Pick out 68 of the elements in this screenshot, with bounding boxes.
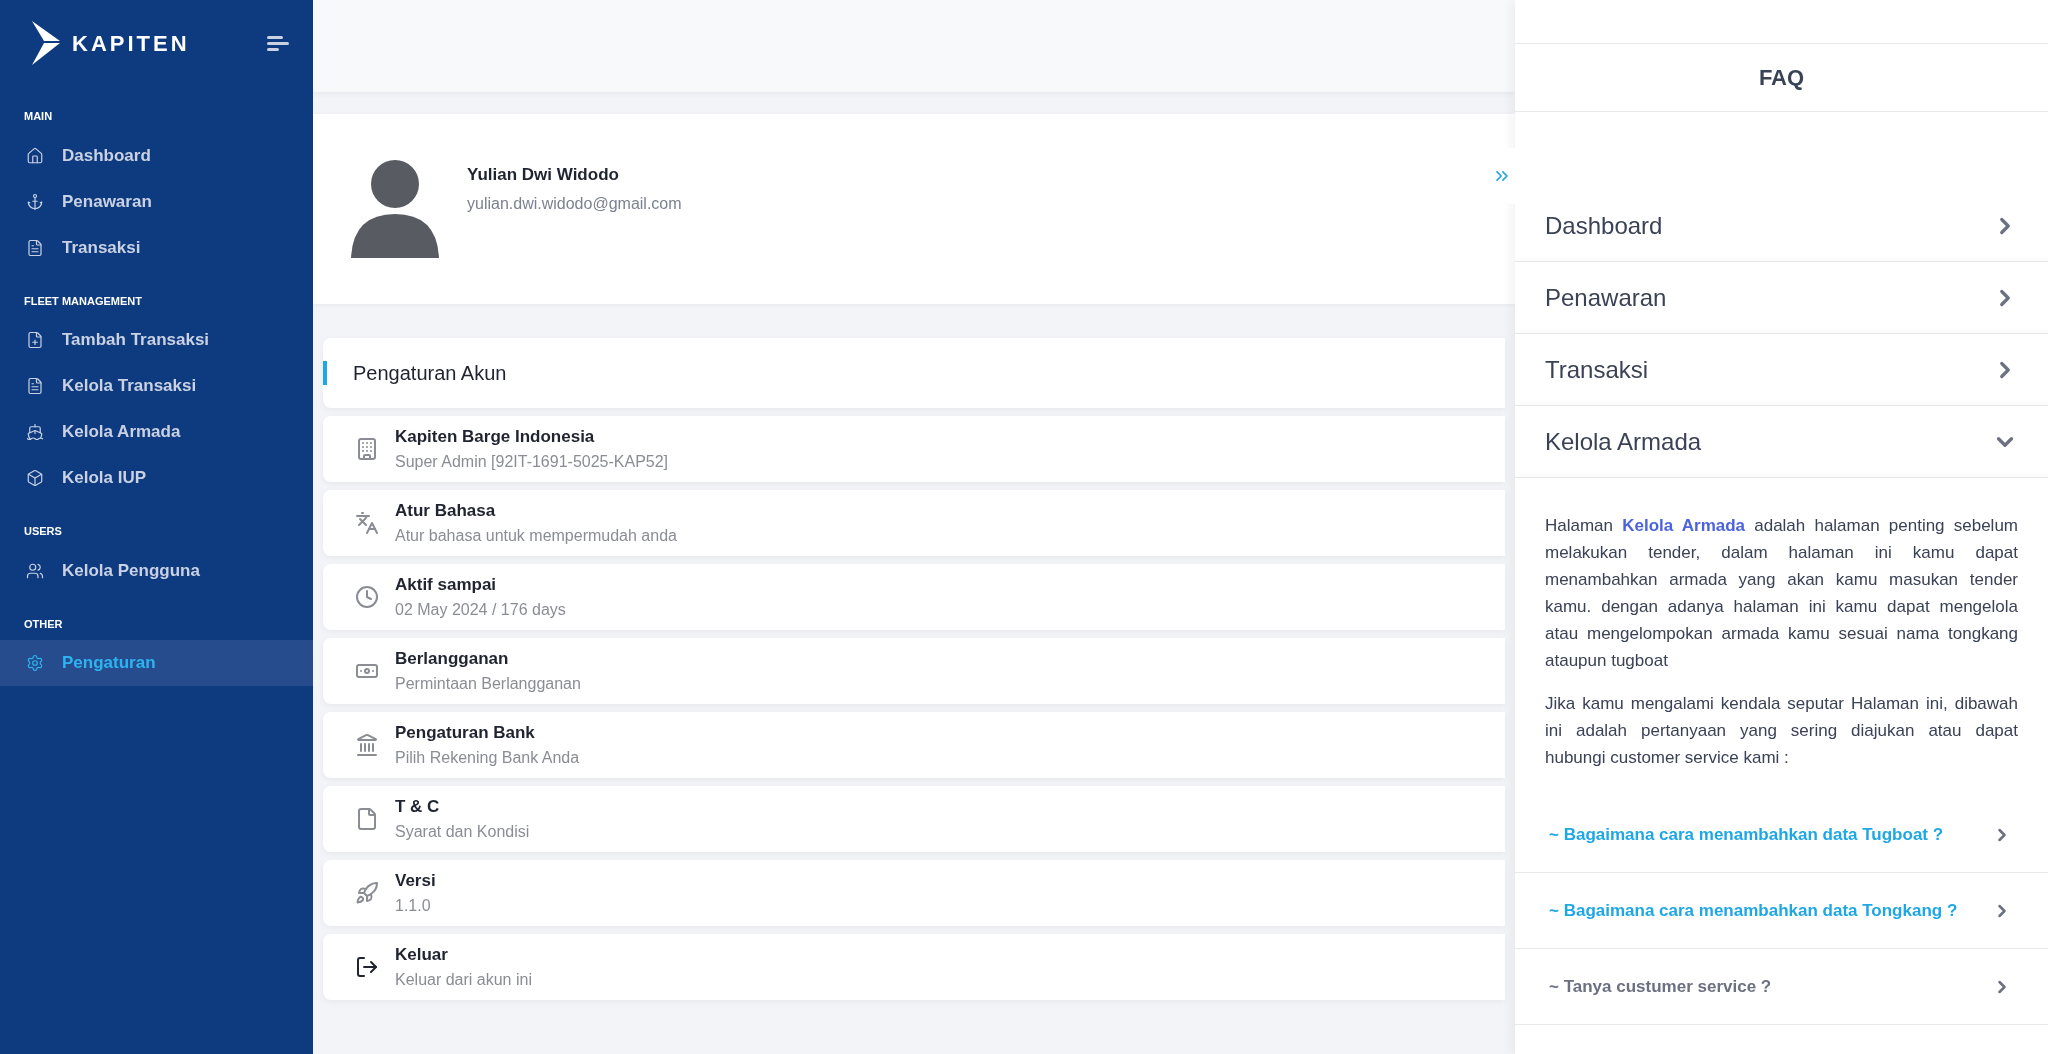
nav-item[interactable]: Kelola Transaksi — [0, 363, 313, 409]
section-heading: FLEET MANAGEMENT — [23, 293, 143, 309]
settings-row[interactable]: Kapiten Barge Indonesia Super Admin [92IT-1691-5025-KAP52] — [323, 416, 1505, 482]
ship-icon — [26, 423, 44, 441]
faq-paragraph: Jika kamu mengalami kendala seputar Halaman ini, dibawah ini adalah pertanyaan yang sering diajukan atau dapat hubungi customer service kami : — [1545, 693, 2018, 769]
bank-icon — [355, 733, 379, 757]
nav-item[interactable]: Penawaran — [0, 178, 313, 225]
row-subtitle: Super Admin [92IT-1691-5025-KAP52] — [395, 451, 669, 472]
nav-item[interactable]: Kelola Armada — [0, 409, 313, 455]
nav-item[interactable]: Tambah Transaksi — [0, 317, 313, 363]
profile-name: Yulian Dwi Widodo — [467, 164, 620, 187]
home-icon — [26, 146, 44, 165]
box-icon — [26, 469, 44, 487]
row-subtitle: Permintaan Berlangganan — [395, 673, 581, 694]
row-subtitle: 1.1.0 — [395, 895, 432, 916]
row-subtitle: Atur bahasa untuk mempermudah anda — [395, 525, 677, 546]
row-title: Keluar — [395, 944, 449, 967]
settings-row[interactable]: Keluar Keluar dari akun ini — [323, 934, 1505, 1000]
row-title: Berlangganan — [395, 648, 510, 671]
rocket-icon — [355, 881, 379, 905]
row-title: T & C — [395, 796, 441, 819]
logo-text: KAPITEN — [72, 29, 190, 58]
row-subtitle: Syarat dan Kondisi — [395, 821, 530, 842]
faq-question[interactable]: ~ Tanya custumer service ? — [1515, 949, 2048, 1025]
document-icon — [26, 377, 44, 395]
section-heading: OTHER — [23, 616, 64, 632]
settings-row[interactable]: Atur Bahasa Atur bahasa untuk mempermudah anda — [323, 490, 1505, 556]
row-title: Pengaturan Bank — [395, 722, 536, 745]
row-subtitle: 02 May 2024 / 176 days — [395, 599, 566, 620]
settings-row[interactable]: Pengaturan Bank Pilih Rekening Bank Anda — [323, 712, 1505, 778]
nav-item[interactable]: Kelola IUP — [0, 455, 313, 501]
nav-item[interactable]: Pengaturan — [0, 640, 313, 686]
nav-item[interactable]: Kelola Pengguna — [0, 547, 313, 594]
faq-section[interactable]: Transaksi — [1515, 334, 2048, 406]
anchor-icon — [26, 192, 44, 211]
settings-icon — [26, 654, 44, 672]
faq-paragraph: Halaman Kelola Armada adalah halaman penting sebelum melakukan tender, dalam halaman ini kamu dapat menambahkan armada yang akan kamu masukan tender kamu. dengan adanya halaman ini kamu dapat mengelola atau mengelompokan armada kamu sesuai nama tongkang ataupun tugboat — [1545, 515, 2018, 672]
row-subtitle: Keluar dari akun ini — [395, 969, 532, 990]
row-title: Atur Bahasa — [395, 500, 497, 523]
building-icon — [355, 437, 379, 461]
row-title: Kapiten Barge Indonesia — [395, 426, 596, 449]
profile-email: yulian.dwi.widodo@gmail.com — [467, 193, 682, 214]
faq-title: FAQ — [1758, 64, 1805, 92]
avatar-icon — [351, 160, 439, 258]
faq-section[interactable]: Penawaran — [1515, 262, 2048, 334]
settings-row[interactable]: Aktif sampai 02 May 2024 / 176 days — [323, 564, 1505, 630]
row-title: Aktif sampai — [395, 574, 498, 597]
accent-bar — [323, 361, 327, 385]
faq-section[interactable]: Dashboard — [1515, 190, 2048, 262]
translate-icon — [355, 511, 379, 535]
settings-row[interactable]: T & C Syarat dan Kondisi — [323, 786, 1505, 852]
section-heading: USERS — [23, 524, 63, 539]
section-title: Pengaturan Akun — [353, 361, 507, 386]
users-icon — [26, 561, 44, 580]
settings-row[interactable]: Berlangganan Permintaan Berlangganan — [323, 638, 1505, 704]
file-icon — [355, 807, 379, 831]
faq-section[interactable]: Kelola Armada — [1515, 406, 2048, 478]
nav-item[interactable]: Dashboard — [0, 132, 313, 179]
document-icon — [26, 238, 44, 257]
settings-row[interactable]: Versi 1.1.0 — [323, 860, 1505, 926]
clock-icon — [355, 585, 379, 609]
row-title: Versi — [395, 870, 436, 893]
menu-icon[interactable] — [267, 35, 289, 51]
logout-icon — [355, 955, 379, 979]
section-heading: MAIN — [23, 109, 54, 124]
row-subtitle: Pilih Rekening Bank Anda — [395, 747, 580, 768]
nav-item[interactable]: Transaksi — [0, 224, 313, 271]
add-document-icon — [26, 331, 44, 349]
